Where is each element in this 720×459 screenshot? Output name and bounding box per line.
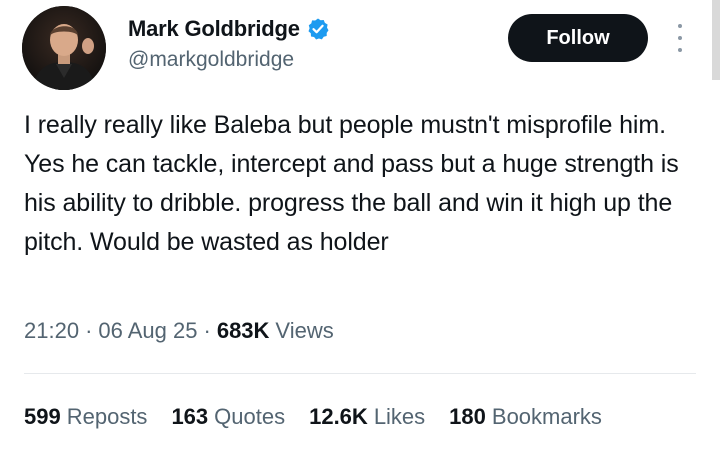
avatar[interactable] [22,6,106,90]
more-vertical-icon[interactable] [670,24,690,52]
scrollbar[interactable] [712,0,720,80]
author-display-name[interactable]: Mark Goldbridge [128,16,300,42]
quotes-count: 163 [171,404,209,429]
bookmarks-label: Bookmarks [491,404,602,429]
reposts-stat[interactable]: 599 Reposts [24,404,147,430]
meta-separator: · [203,318,211,343]
tweet-time[interactable]: 21:20 [24,318,79,344]
author-handle[interactable]: @markgoldbridge [128,48,330,72]
views-label[interactable]: Views [275,318,333,344]
tweet-header: Mark Goldbridge @markgoldbridge Follow [0,0,720,100]
quotes-label: Quotes [214,404,286,429]
views-count[interactable]: 683K [217,318,270,344]
verified-badge-icon[interactable] [306,17,330,41]
likes-count: 12.6K [309,404,368,429]
author-info: Mark Goldbridge @markgoldbridge [128,14,330,72]
avatar-image [22,6,106,90]
bookmarks-count: 180 [449,404,486,429]
quotes-stat[interactable]: 163 Quotes [171,404,285,430]
tweet-text: I really really like Baleba but people m… [24,111,679,256]
author-name-row: Mark Goldbridge [128,14,330,44]
tweet-meta: 21:20 · 06 Aug 25 · 683K Views [24,318,334,344]
likes-stat[interactable]: 12.6K Likes [309,404,425,430]
divider [24,373,696,374]
follow-button[interactable]: Follow [508,14,648,62]
reposts-count: 599 [24,404,61,429]
bookmarks-stat[interactable]: 180 Bookmarks [449,404,602,430]
likes-label: Likes [373,404,426,429]
reposts-label: Reposts [66,404,148,429]
tweet-date[interactable]: 06 Aug 25 [98,318,197,344]
engagement-stats: 599 Reposts 163 Quotes 12.6K Likes 180 Bookm… [24,404,626,430]
meta-separator: · [85,318,93,343]
